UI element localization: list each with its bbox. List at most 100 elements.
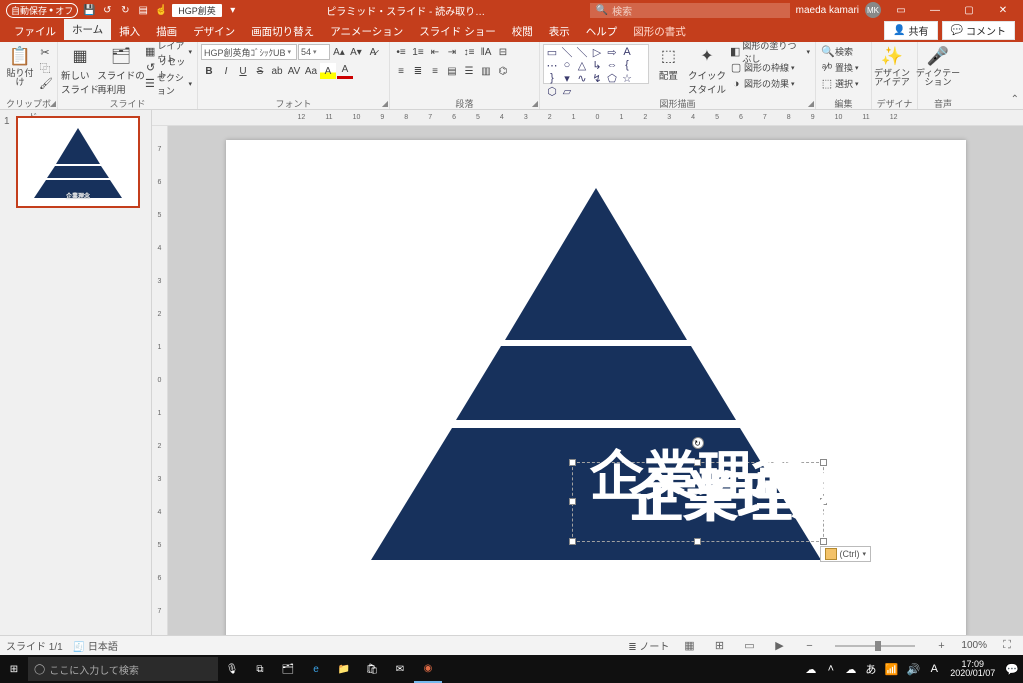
align-center-icon[interactable]: ≣: [410, 63, 426, 79]
decrease-indent-icon[interactable]: ⇤: [427, 44, 443, 60]
share-button[interactable]: 👤共有: [884, 21, 937, 40]
slideshow-view-icon[interactable]: ▶: [769, 639, 789, 652]
reuse-slides-button[interactable]: 🗂スライドの 再利用: [101, 44, 141, 94]
tab-shape-format[interactable]: 図形の書式: [625, 21, 694, 42]
shape-fill-button[interactable]: ◧図形の塗りつぶし▾: [728, 44, 812, 59]
resize-handle-bl[interactable]: [569, 538, 576, 545]
shape-tri-icon[interactable]: △: [575, 59, 589, 71]
shape-curve-icon[interactable]: ∿: [575, 72, 589, 84]
start-button[interactable]: ⊞: [0, 655, 28, 683]
taskbar-app-mail[interactable]: ✉: [386, 655, 414, 683]
shape-outline-button[interactable]: ▢図形の枠線▾: [728, 60, 812, 75]
align-right-icon[interactable]: ≡: [427, 63, 443, 79]
character-spacing-icon[interactable]: AV: [286, 63, 302, 79]
tab-file[interactable]: ファイル: [6, 21, 64, 42]
shape-flow-icon[interactable]: ⬠: [605, 72, 619, 84]
slide-canvas-area[interactable]: ↻ 企業理念 企業理念 (Ctrl) ▾: [168, 126, 1023, 635]
notes-button[interactable]: ≣ ノート: [628, 638, 669, 653]
align-left-icon[interactable]: ≡: [393, 63, 409, 79]
smartart-convert-icon[interactable]: ⌬: [495, 63, 511, 79]
textbox-content[interactable]: 企業理念 企業理念: [590, 453, 806, 550]
task-view-icon[interactable]: ⧉: [246, 655, 274, 683]
numbering-icon[interactable]: 1≡: [410, 44, 426, 60]
shape-line-icon[interactable]: ＼: [560, 46, 574, 58]
decrease-font-icon[interactable]: A▾: [348, 44, 364, 60]
italic-icon[interactable]: I: [218, 63, 234, 79]
clear-formatting-icon[interactable]: A̷: [365, 44, 381, 60]
shape-oval-icon[interactable]: ○: [560, 59, 574, 71]
shape-arrow-icon[interactable]: ▷: [590, 46, 604, 58]
tray-wifi-icon[interactable]: 📶: [881, 655, 903, 683]
text-shadow-icon[interactable]: ab: [269, 63, 285, 79]
shape-textbox-icon[interactable]: A: [620, 46, 634, 58]
taskbar-app-edge[interactable]: e: [302, 655, 330, 683]
find-button[interactable]: 🔍検索: [819, 44, 861, 59]
qat-font-name[interactable]: HGP創英: [172, 4, 222, 17]
shape-brace2-icon[interactable]: }: [545, 72, 559, 84]
autosave-toggle[interactable]: 自動保存 ● オフ: [6, 3, 78, 18]
tab-transitions[interactable]: 画面切り替え: [243, 21, 322, 42]
arrange-button[interactable]: ⬚配置: [651, 44, 686, 94]
columns-icon[interactable]: ▥: [478, 63, 494, 79]
bold-icon[interactable]: B: [201, 63, 217, 79]
dictate-button[interactable]: 🎤ディクテー ション: [921, 44, 955, 94]
font-color-icon[interactable]: A: [337, 63, 353, 79]
select-button[interactable]: ⬚選択▾: [819, 76, 861, 91]
search-box[interactable]: 🔍 検索: [590, 3, 790, 18]
section-button[interactable]: ☰セクション▾: [143, 76, 194, 91]
shape-star-icon[interactable]: ☆: [620, 72, 634, 84]
tray-cloud-icon[interactable]: ☁: [841, 655, 861, 683]
resize-handle-tr[interactable]: [820, 459, 827, 466]
font-dialog-launcher[interactable]: ◢: [382, 99, 388, 108]
tray-chevron-icon[interactable]: ˄: [821, 655, 841, 683]
taskbar-app-powerpoint[interactable]: ◉: [414, 655, 442, 683]
strikethrough-icon[interactable]: S: [252, 63, 268, 79]
paste-button[interactable]: 📋 貼り付け: [3, 44, 37, 94]
tab-help[interactable]: ヘルプ: [578, 21, 626, 42]
touch-mode-icon[interactable]: ☝: [154, 5, 168, 16]
clipboard-dialog-launcher[interactable]: ◢: [50, 99, 56, 108]
zoom-out-icon[interactable]: −: [799, 640, 819, 652]
copy-icon[interactable]: ⿻: [39, 60, 51, 76]
distributed-icon[interactable]: ☰: [461, 63, 477, 79]
shape-line2-icon[interactable]: ＼: [575, 46, 589, 58]
user-name[interactable]: maeda kamari: [796, 5, 859, 16]
taskbar-app-files[interactable]: 📁: [330, 655, 358, 683]
zoom-level[interactable]: 100%: [961, 640, 987, 651]
format-painter-icon[interactable]: 🖌: [39, 77, 51, 90]
shape-connector-icon[interactable]: ↯: [590, 72, 604, 84]
tray-onedrive-icon[interactable]: ☁: [801, 655, 821, 683]
vertical-ruler[interactable]: 9876543210123456789: [152, 126, 168, 635]
justify-icon[interactable]: ▤: [444, 63, 460, 79]
font-size-combo[interactable]: 54▾: [298, 44, 330, 60]
tab-slideshow[interactable]: スライド ショー: [411, 21, 503, 42]
line-spacing-icon[interactable]: ↕≡: [461, 44, 477, 60]
comments-button[interactable]: 💬コメント: [942, 21, 1015, 40]
tab-review[interactable]: 校閲: [504, 21, 541, 42]
font-family-combo[interactable]: HGP創英角ｺﾞｼｯｸUB▾: [201, 44, 297, 60]
taskbar-search[interactable]: ◯ここに入力して検索: [28, 657, 218, 681]
paragraph-dialog-launcher[interactable]: ◢: [532, 99, 538, 108]
tab-design[interactable]: デザイン: [185, 21, 243, 42]
shape-callout-icon[interactable]: ⬡: [545, 85, 559, 97]
replace-button[interactable]: ᵃ⁄ᵇ置換▾: [819, 60, 861, 75]
text-direction-icon[interactable]: ‖A: [478, 44, 494, 60]
reading-view-icon[interactable]: ▭: [739, 639, 759, 652]
maximize-icon[interactable]: ▢: [955, 5, 983, 16]
shape-rect-icon[interactable]: ▭: [545, 46, 559, 58]
shape-doublearrow-icon[interactable]: ⇔: [605, 59, 619, 71]
shape-brace-icon[interactable]: {: [620, 59, 634, 71]
zoom-in-icon[interactable]: +: [931, 640, 951, 652]
shape-elbow-icon[interactable]: ↳: [590, 59, 604, 71]
thumbnail-pane[interactable]: 1 企業理念: [0, 110, 152, 635]
shapes-gallery[interactable]: ▭＼＼▷⇨A⋯ ○△↳⇔{}▾ ∿↯⬠☆⬡▱: [543, 44, 649, 84]
slideshow-start-icon[interactable]: ▤: [136, 5, 150, 16]
resize-handle-ml[interactable]: [569, 498, 576, 505]
tray-input-icon[interactable]: あ: [861, 655, 881, 683]
redo-icon[interactable]: ↻: [118, 5, 132, 16]
normal-view-icon[interactable]: ▦: [679, 639, 699, 652]
close-icon[interactable]: ✕: [989, 5, 1017, 16]
resize-handle-br[interactable]: [820, 538, 827, 545]
change-case-icon[interactable]: Aa: [303, 63, 319, 79]
fit-to-window-icon[interactable]: ⛶: [997, 639, 1017, 652]
